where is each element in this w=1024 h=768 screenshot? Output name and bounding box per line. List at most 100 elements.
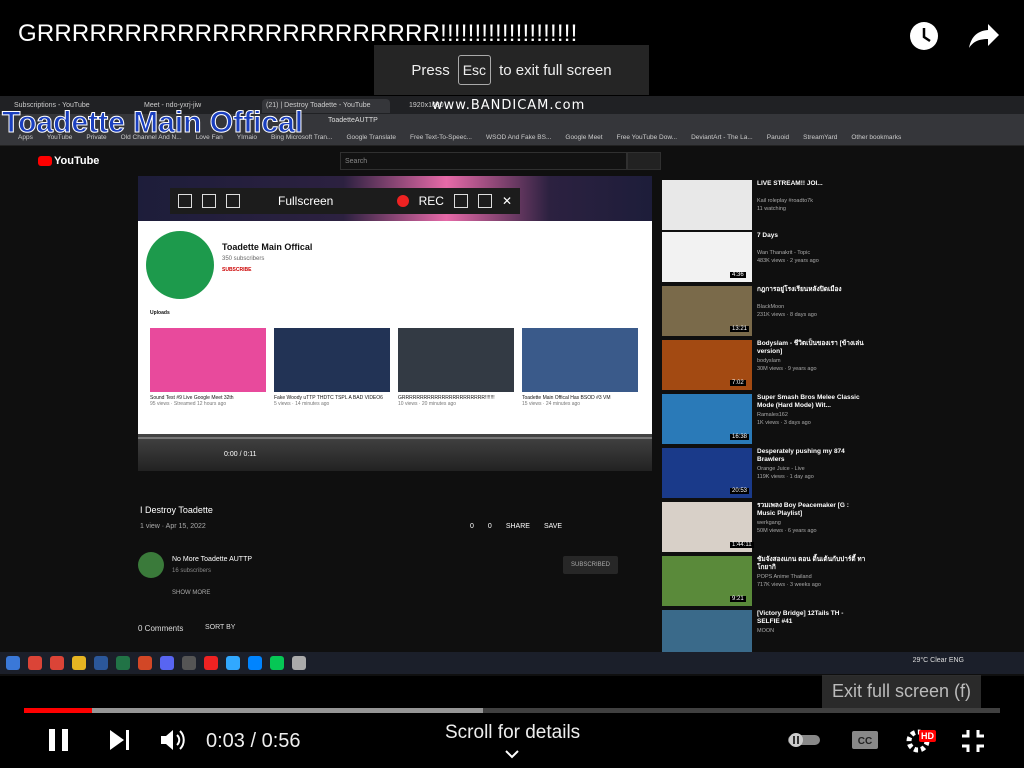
rec-label: REC: [418, 194, 444, 208]
camera-icon: [453, 194, 468, 208]
rec-duration: 20:53: [730, 488, 750, 494]
rec-views: 50M views · 6 years ago: [757, 528, 817, 534]
volume-button[interactable]: [160, 728, 188, 757]
rec-title: รวมเพลง Boy Peacemaker [G : Music Playli…: [757, 502, 849, 517]
hd-badge: HD: [919, 730, 936, 742]
folder-icon: [72, 656, 86, 670]
rec-channel: Kail roleplay #roadto7k: [757, 198, 813, 204]
chrome-icon: [50, 656, 64, 670]
chrome-icon: [28, 656, 42, 670]
app-icon: [182, 656, 196, 670]
discord-icon: [160, 656, 174, 670]
rec-channel: bodyslam: [757, 358, 781, 364]
pause-button[interactable]: [46, 727, 72, 758]
autoplay-toggle-icon: [788, 733, 820, 747]
time-separator: /: [244, 730, 262, 752]
recorded-video-title: I Destroy Toadette: [140, 505, 213, 515]
video-frame[interactable]: Subscriptions - YouTube Meet - ndo-yxrj-…: [0, 96, 1024, 676]
bookmark: Other bookmarks: [851, 134, 902, 141]
volume-icon: [161, 730, 185, 750]
exit-fullscreen-button[interactable]: [960, 728, 986, 759]
sort-by: SORT BY: [205, 624, 236, 631]
subscribed-badge: SUBSCRIBED: [563, 556, 619, 574]
like-count: 0: [470, 523, 474, 530]
bandicam-toolbar: Fullscreen REC ✕: [170, 188, 520, 214]
recorded-youtube-header: YouTube Search: [0, 146, 1024, 176]
rec-channel: werkgang: [757, 520, 781, 526]
excel-icon: [116, 656, 130, 670]
commenter-avatar: [138, 552, 164, 578]
rec-duration: 4:36: [730, 272, 746, 278]
pen-icon: [477, 194, 492, 208]
time-display: 0:03 / 0:56: [206, 730, 301, 753]
settings-button[interactable]: HD: [905, 728, 936, 759]
bookmark: Google Meet: [565, 134, 603, 141]
channel-avatar: [146, 231, 214, 299]
rec-channel: Ramales162: [757, 412, 788, 418]
rec-title: 7 Days: [757, 232, 778, 239]
upload-card: GRRRRRRRRRRRRRRRRRRRRRRR!!!!!!! 10 views…: [398, 328, 514, 407]
progress-bar[interactable]: [24, 708, 1000, 713]
scroll-for-details[interactable]: Scroll for details: [445, 722, 580, 744]
rec-channel: MOON: [757, 628, 775, 634]
bookmark: DeviantArt - The La...: [691, 134, 753, 141]
rec-views: 11 watching: [757, 206, 786, 212]
rec-channel: Orange Juice - Live: [757, 466, 805, 472]
record-icon: [396, 195, 409, 207]
recorded-address: ToadetteAUTTP: [328, 117, 378, 124]
chevron-down-icon[interactable]: [505, 746, 519, 764]
comments-count: 0 Comments: [138, 624, 184, 633]
rec-views: 30M views · 9 years ago: [757, 366, 817, 372]
bookmark: Free YouTube Dow...: [616, 134, 678, 141]
app-icon: [292, 656, 306, 670]
upload-card: Sound Test #9 Live Google Meet 32th 95 v…: [150, 328, 266, 407]
rec-duration: 9:21: [730, 596, 746, 602]
show-more: SHOW MORE: [172, 590, 211, 596]
save-label: SAVE: [543, 523, 563, 530]
region-icon: [226, 194, 240, 208]
autoplay-toggle[interactable]: [786, 731, 822, 754]
rec-item: 7:02 Bodyslam - ชีวิตเป็นของเรา [ข้างเล่…: [662, 340, 872, 394]
share-icon[interactable]: [966, 18, 1002, 54]
share-label: SHARE: [505, 523, 530, 530]
youtube-logo-icon: [38, 156, 52, 166]
close-icon: ✕: [501, 194, 512, 208]
rec-item: 13:21 กฎการอยู่โรงเรียนหลังปิดเมือง Blac…: [662, 286, 872, 340]
rec-thumb: [662, 180, 752, 230]
rec-title: Desperately pushing my 874 Brawlers: [757, 448, 845, 463]
menu-icon: [178, 194, 192, 208]
bandicam-mode-label: Fullscreen: [278, 194, 334, 208]
commenter-name: No More Toadette AUTTP: [172, 556, 253, 563]
upload-thumbnail: [274, 328, 390, 392]
rec-duration: 13:21: [730, 326, 750, 332]
rec-item: 9:21 ชัมจังสองแกน ตอน ดิ้นเต้นกับปาร์ตี้…: [662, 556, 872, 610]
resize-icon: [202, 194, 216, 208]
upload-thumbnail: [398, 328, 514, 392]
upload-thumbnail: [150, 328, 266, 392]
progress-played: [24, 708, 93, 713]
rec-views: 1K views · 3 days ago: [757, 420, 811, 426]
rec-item: 1:44:11 รวมเพลง Boy Peacemaker [G : Musi…: [662, 502, 872, 556]
photoshop-icon: [226, 656, 240, 670]
rec-item: 16:38 Super Smash Bros Melee Classic Mod…: [662, 394, 872, 448]
line-icon: [270, 656, 284, 670]
upload-meta: 10 views · 20 minutes ago: [398, 401, 457, 407]
rec-item: 4:36 7 Days Wan Thanakrit - Topic 483K v…: [662, 232, 872, 286]
system-tray: 29°C Clear ENG: [912, 657, 964, 664]
rec-channel: POPS Anime Thailand: [757, 574, 812, 580]
rec-views: 231K views · 8 days ago: [757, 312, 817, 318]
upload-thumbs: Sound Test #9 Live Google Meet 32th 95 v…: [150, 328, 638, 407]
time-current: 0:03: [206, 730, 245, 752]
messenger-icon: [248, 656, 262, 670]
watch-later-icon[interactable]: [906, 18, 942, 54]
next-button[interactable]: [108, 729, 132, 756]
captions-button[interactable]: CC: [851, 729, 879, 756]
toast-suffix: to exit full screen: [499, 61, 612, 79]
bookmark: WSOD And Fake BS...: [486, 134, 552, 141]
captions-icon: CC: [852, 731, 878, 749]
bookmark: StreamYard: [803, 134, 838, 141]
bookmark: Google Translate: [346, 134, 396, 141]
rec-views: 119K views · 1 day ago: [757, 474, 814, 480]
upload-meta: 15 views · 24 minutes ago: [522, 401, 581, 407]
rec-title: Bodyslam - ชีวิตเป็นของเรา [ข้างเล่น ver…: [757, 340, 864, 355]
